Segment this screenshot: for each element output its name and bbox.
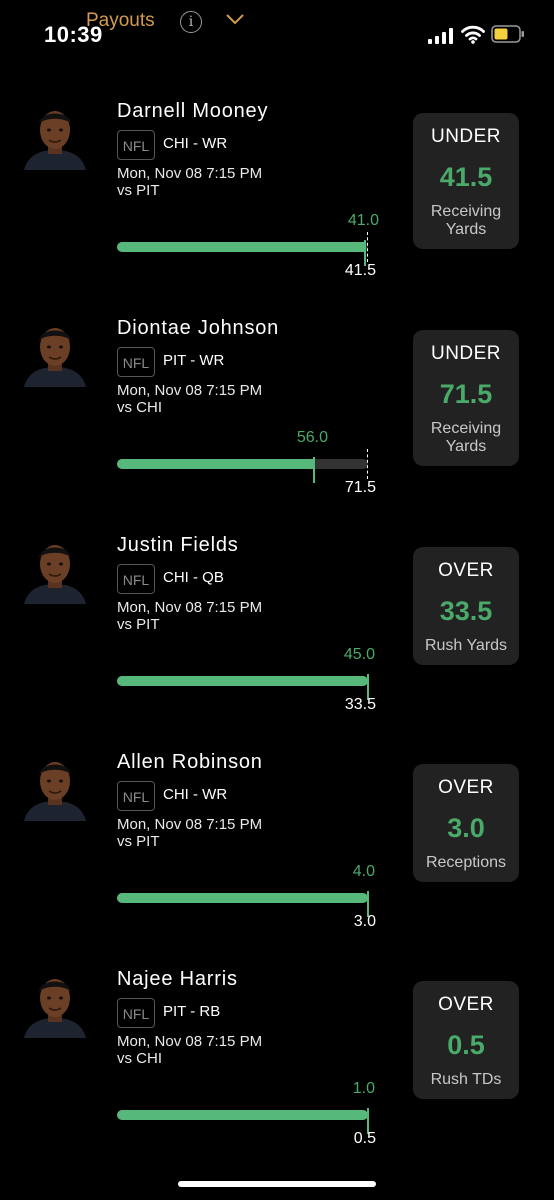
player-name: Najee Harris [117,968,238,990]
league-badge: NFL [117,564,155,594]
stat-type: Rush TDs [430,1071,502,1088]
progress-bar-fill [117,893,368,903]
opponent: vs CHI [117,399,162,416]
home-indicator[interactable] [178,1181,376,1187]
pick-selection-box[interactable]: OVER 0.5 Rush TDs [413,981,519,1099]
team-position: CHI - QB [163,569,224,586]
projection-line-marker [367,232,368,262]
game-time: Mon, Nov 08 7:15 PM [117,1033,263,1050]
game-time: Mon, Nov 08 7:15 PM [117,382,263,399]
league-badge: NFL [117,130,155,160]
player-name: Justin Fields [117,534,239,556]
team-position: PIT - WR [163,352,225,369]
status-bar: 10:39 Payouts i [0,0,554,60]
pick-selection-box[interactable]: UNDER 71.5 Receiving Yards [413,330,519,466]
pick-direction: UNDER [430,126,502,147]
battery-icon [491,25,524,43]
stat-type: Receptions [425,854,507,871]
opponent: vs PIT [117,616,160,633]
info-icon[interactable]: i [180,11,202,33]
pick-selection-box[interactable]: OVER 33.5 Rush Yards [413,547,519,665]
team-position: CHI - WR [163,786,228,803]
pick-direction: OVER [438,560,494,581]
projection-line-value: 71.5 [344,479,376,496]
pick-direction: OVER [438,994,494,1015]
pick-line-value: 41.5 [439,162,493,192]
league-badge: NFL [117,998,155,1028]
stat-type: Receiving Yards [430,420,502,455]
team-position: CHI - WR [163,135,228,152]
actual-result-value: 1.0 [352,1080,375,1097]
actual-result-value: 56.0 [296,429,328,446]
pick-card[interactable]: Darnell Mooney NFL CHI - WR Mon, Nov 08 7:1… [0,90,554,290]
wifi-icon [461,25,485,44]
stat-type: Receiving Yards [430,203,502,238]
league-badge: NFL [117,781,155,811]
payouts-link[interactable]: Payouts [86,10,155,32]
progress-bar [117,1110,368,1120]
player-name: Darnell Mooney [117,100,269,122]
team-position: PIT - RB [163,1003,221,1020]
progress-bar-fill [117,459,314,469]
pick-selection-box[interactable]: UNDER 41.5 Receiving Yards [413,113,519,249]
player-headshot-icon [24,545,86,604]
opponent: vs PIT [117,833,160,850]
progress-bar [117,242,368,252]
player-name: Allen Robinson [117,751,263,773]
pick-card[interactable]: Najee Harris NFL PIT - RB Mon, Nov 08 7:15 … [0,958,554,1158]
projection-line-value: 3.0 [353,913,376,930]
stat-type: Rush Yards [424,637,508,654]
projection-line-value: 41.5 [344,262,376,279]
actual-result-tick [313,457,315,483]
player-headshot-icon [24,328,86,387]
league-badge: NFL [117,347,155,377]
chevron-down-icon[interactable] [224,8,246,30]
pick-line-value: 3.0 [447,813,485,843]
projection-line-value: 0.5 [353,1130,376,1147]
opponent: vs PIT [117,182,160,199]
pick-line-value: 71.5 [439,379,493,409]
pick-card[interactable]: Allen Robinson NFL CHI - WR Mon, Nov 08 7:1… [0,741,554,941]
opponent: vs CHI [117,1050,162,1067]
progress-bar-fill [117,676,368,686]
progress-bar-fill [117,1110,368,1120]
player-name: Diontae Johnson [117,317,280,339]
pick-direction: OVER [438,777,494,798]
player-headshot-icon [24,762,86,821]
pick-direction: UNDER [430,343,502,364]
progress-bar [117,459,368,469]
projection-line-value: 33.5 [344,696,376,713]
player-headshot-icon [24,111,86,170]
game-time: Mon, Nov 08 7:15 PM [117,599,263,616]
actual-result-value: 4.0 [352,863,375,880]
pick-line-value: 0.5 [447,1030,485,1060]
actual-result-value: 41.0 [347,212,379,229]
pick-card[interactable]: Diontae Johnson NFL PIT - WR Mon, Nov 08 7:… [0,307,554,507]
projection-line-marker [367,449,368,479]
player-headshot-icon [24,979,86,1038]
pick-selection-box[interactable]: OVER 3.0 Receptions [413,764,519,882]
cellular-signal-icon [428,28,453,44]
progress-bar [117,676,368,686]
pick-line-value: 33.5 [439,596,493,626]
progress-bar-fill [117,242,365,252]
actual-result-value: 45.0 [343,646,375,663]
game-time: Mon, Nov 08 7:15 PM [117,816,263,833]
game-time: Mon, Nov 08 7:15 PM [117,165,263,182]
progress-bar [117,893,368,903]
pick-card[interactable]: Justin Fields NFL CHI - QB Mon, Nov 08 7:15… [0,524,554,724]
